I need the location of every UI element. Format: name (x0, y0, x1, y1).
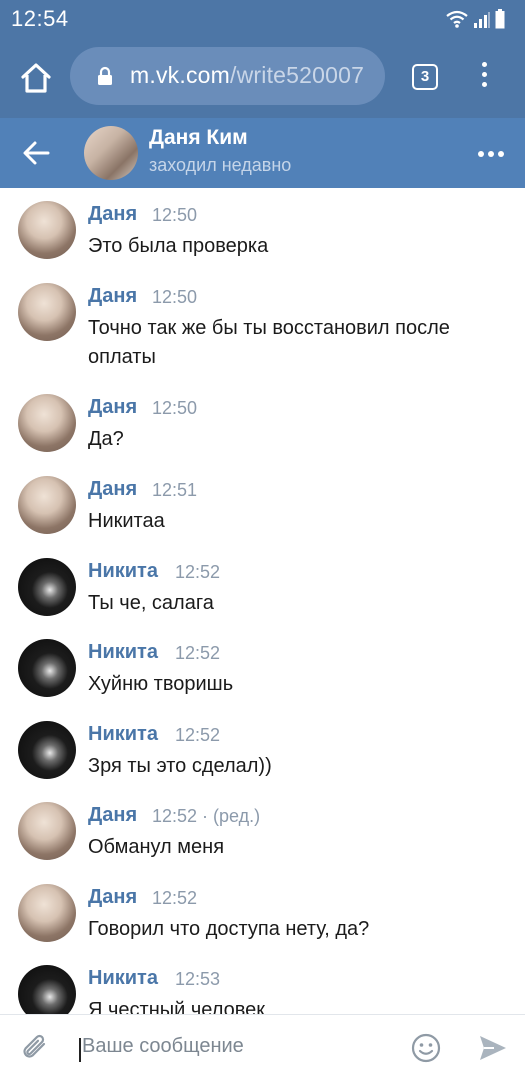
message-text: Это была проверка (88, 235, 269, 257)
message-time: 12:50 (152, 287, 198, 307)
message-author[interactable]: Никита (88, 723, 158, 746)
message-time: 12:52 (175, 562, 221, 582)
message-author[interactable]: Даня (88, 203, 137, 226)
url-host: m.vk.com (130, 62, 230, 88)
message-time: 12:50 (152, 205, 198, 225)
status-bar: 12:54 (0, 0, 525, 38)
message-author[interactable]: Даня (88, 396, 137, 419)
avatar[interactable] (18, 394, 76, 452)
lock-icon (98, 66, 112, 85)
message-text: Говорил что доступа нету, да? (88, 918, 370, 940)
address-bar[interactable]: m.vk.com/write520007 (70, 47, 385, 105)
wifi-icon (446, 10, 468, 28)
send-icon[interactable] (478, 1033, 508, 1063)
message-time: 12:53 (175, 969, 221, 989)
avatar[interactable] (18, 283, 76, 341)
avatar[interactable] (18, 201, 76, 259)
browser-menu-icon[interactable] (480, 62, 488, 92)
status-icons (445, 9, 505, 29)
text-cursor (79, 1038, 81, 1062)
message-text: Обманул меня (88, 836, 225, 858)
paperclip-icon[interactable] (20, 1032, 50, 1064)
message-time: 12:51 (152, 480, 198, 500)
message-time: 12:52 · (ред.) (152, 806, 261, 826)
message-author[interactable]: Даня (88, 285, 137, 308)
avatar[interactable] (18, 639, 76, 697)
chat-header: Даня Ким заходил недавно (0, 118, 525, 188)
contact-name[interactable]: Даня Ким (149, 126, 248, 150)
status-time: 12:54 (11, 6, 69, 31)
avatar[interactable] (18, 965, 76, 1014)
message-text: Никитаа (88, 510, 165, 532)
message-author[interactable]: Никита (88, 967, 158, 990)
message-time: 12:50 (152, 398, 198, 418)
message-author[interactable]: Даня (88, 886, 137, 909)
avatar[interactable] (18, 884, 76, 942)
message-author[interactable]: Никита (88, 560, 158, 583)
message-text: Да? (88, 428, 124, 450)
message-author[interactable]: Даня (88, 804, 137, 827)
message-time: 12:52 (175, 643, 221, 663)
message-time: 12:52 (152, 888, 198, 908)
message-author[interactable]: Никита (88, 641, 158, 664)
contact-status: заходил недавно (149, 155, 292, 175)
message-text: Я честный человек (88, 999, 266, 1014)
avatar[interactable] (18, 476, 76, 534)
message-composer (0, 1014, 525, 1081)
avatar[interactable] (18, 558, 76, 616)
message-author[interactable]: Даня (88, 478, 137, 501)
contact-avatar[interactable] (84, 126, 138, 180)
avatar[interactable] (18, 802, 76, 860)
message-input[interactable] (82, 1035, 382, 1058)
browser-toolbar: m.vk.com/write520007 3 (0, 38, 525, 118)
avatar[interactable] (18, 721, 76, 779)
url-path: /write520007 (230, 62, 365, 88)
home-icon[interactable] (18, 60, 54, 96)
message-text: Ты че, салага (88, 592, 214, 614)
message-list[interactable]: Даня 12:50 Это была проверка Даня 12:50 … (0, 188, 525, 1014)
message-text: Хуйню творишь (88, 673, 234, 695)
signal-icon (474, 12, 490, 28)
more-options-icon[interactable] (478, 151, 504, 157)
message-text: Зря ты это сделал)) (88, 755, 272, 777)
back-arrow-icon[interactable] (22, 140, 50, 166)
url-text[interactable]: m.vk.com/write520007 (130, 62, 364, 89)
battery-icon (495, 9, 505, 29)
message-time: 12:52 (175, 725, 221, 745)
tab-switcher-button[interactable]: 3 (412, 64, 438, 90)
emoji-icon[interactable] (411, 1033, 441, 1063)
message-text: Точно так же бы ты восстановил после опл… (88, 317, 450, 368)
